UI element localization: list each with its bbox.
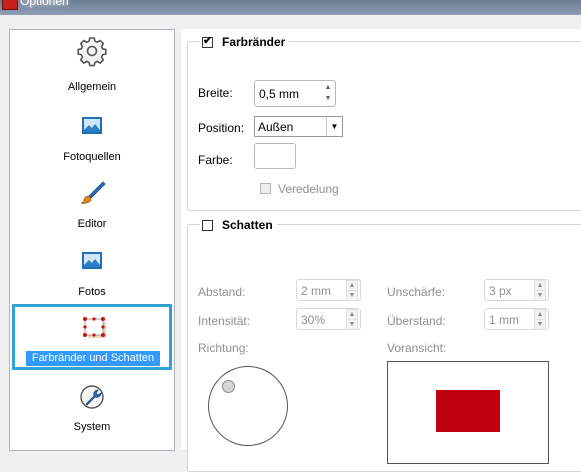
shadow-checkbox[interactable] [202, 219, 213, 231]
position-value: Außen [258, 120, 294, 134]
brush-icon [80, 181, 106, 204]
direction-dial[interactable] [208, 366, 288, 446]
sidebar-item-label: Allgemein [67, 81, 117, 93]
chevron-down-icon: ▼ [326, 117, 342, 136]
sidebar-item-allgemein[interactable]: Allgemein [10, 30, 174, 100]
width-up-arrow-icon[interactable]: ▲ [323, 83, 333, 92]
width-label: Breite: [198, 86, 233, 100]
sidebar-item-fotos[interactable]: Fotos [10, 238, 174, 304]
preview-label: Voransicht: [387, 341, 447, 355]
width-down-arrow-icon[interactable]: ▼ [323, 94, 333, 103]
title-bar: Optionen [0, 0, 581, 15]
distance-value: 2 mm [301, 284, 331, 298]
window-title: Optionen [20, 0, 69, 8]
color-swatch[interactable] [254, 143, 296, 169]
width-value: 0,5 mm [259, 87, 300, 101]
width-stepper[interactable]: 0,5 mm ▲ ▼ [254, 80, 336, 107]
image-icon [82, 252, 102, 269]
wrench-icon [80, 385, 104, 409]
sidebar-item-farbraender-und-schatten[interactable]: Farbränder und Schatten [12, 304, 172, 370]
intensity-value: 30% [301, 313, 326, 327]
borders-checkbox[interactable]: ✔ [202, 35, 213, 48]
position-select[interactable]: Außen ▼ [254, 116, 343, 137]
sidebar-item-label: Editor [77, 218, 107, 230]
sidebar-item-label: Fotos [78, 286, 106, 298]
shadow-group-header: Schatten [200, 216, 277, 234]
position-label: Position: [198, 121, 245, 135]
intensity-stepper[interactable]: 30% ▲ ▼ [296, 308, 361, 330]
distance-down-arrow-icon[interactable]: ▼ [346, 290, 358, 301]
blur-stepper[interactable]: 3 px ▲ ▼ [484, 279, 549, 301]
intensity-label: Intensität: [198, 314, 251, 328]
refine-checkbox[interactable] [260, 183, 271, 194]
blur-label: Unschärfe: [387, 285, 446, 299]
borders-group: ✔ Farbränder Breite: 0,5 mm ▲ ▼ Position… [187, 33, 581, 211]
intensity-down-arrow-icon[interactable]: ▼ [346, 319, 358, 330]
blur-down-arrow-icon[interactable]: ▼ [534, 290, 546, 301]
sidebar-item-fotoquellen[interactable]: Fotoquellen [10, 102, 174, 168]
borders-group-title: Farbränder [222, 35, 286, 49]
shadow-preview [387, 361, 549, 464]
blur-value: 3 px [489, 284, 512, 298]
sidebar-item-label: Farbränder und Schatten [26, 351, 160, 366]
overhang-label: Überstand: [387, 314, 446, 328]
color-label: Farbe: [198, 153, 233, 167]
sidebar-item-editor[interactable]: Editor [10, 170, 174, 236]
overhang-down-arrow-icon[interactable]: ▼ [534, 319, 546, 330]
sidebar-item-system[interactable]: System [10, 374, 174, 444]
borders-group-header: ✔ Farbränder [200, 33, 290, 51]
overhang-stepper[interactable]: 1 mm ▲ ▼ [484, 308, 549, 330]
sidebar-item-label: Fotoquellen [63, 151, 121, 163]
distance-label: Abstand: [198, 285, 246, 299]
sidebar-item-label: System [73, 421, 111, 433]
shadow-group-title: Schatten [222, 218, 273, 232]
frame-shadow-icon [83, 317, 106, 338]
preview-rectangle [436, 390, 500, 432]
direction-knob[interactable] [222, 380, 235, 393]
overhang-value: 1 mm [489, 313, 519, 327]
distance-stepper[interactable]: 2 mm ▲ ▼ [296, 279, 361, 301]
image-icon [82, 117, 102, 134]
gear-icon [77, 37, 107, 67]
settings-panel: ✔ Farbränder Breite: 0,5 mm ▲ ▼ Position… [181, 29, 581, 472]
options-sidebar: Allgemein Fotoquellen Editor Fotos Farbr… [9, 29, 175, 451]
direction-label: Richtung: [198, 341, 249, 355]
shadow-group: Schatten Abstand: 2 mm ▲ ▼ Intensität: 3… [187, 216, 581, 472]
refine-label: Veredelung [278, 182, 339, 196]
app-icon [2, 0, 18, 10]
